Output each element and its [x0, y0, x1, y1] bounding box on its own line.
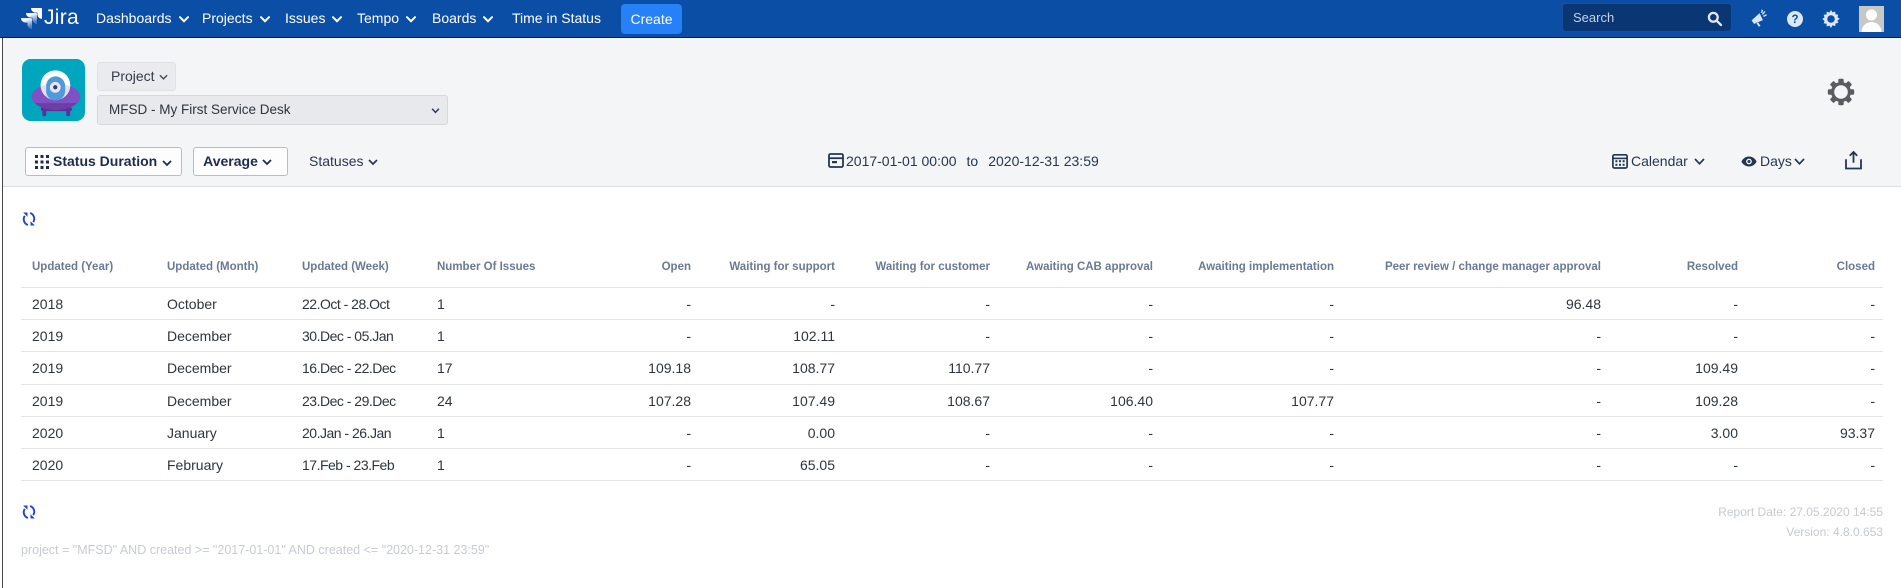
svg-text:?: ? [1791, 14, 1798, 26]
